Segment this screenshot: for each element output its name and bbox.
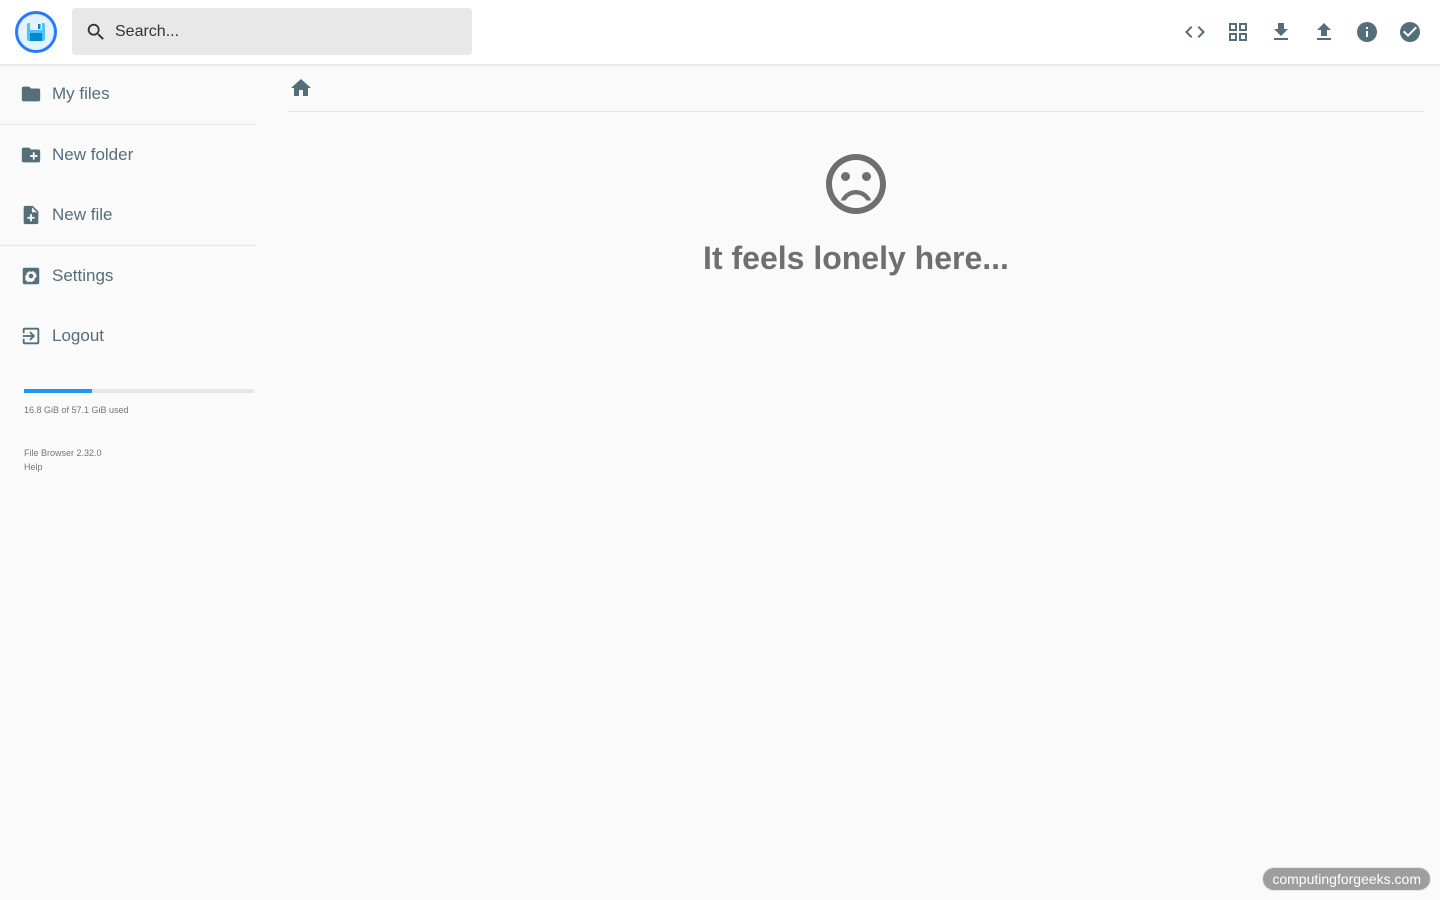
download-icon (1274, 23, 1288, 40)
sidebar: My files New folder New file Settings Lo… (0, 64, 256, 900)
search-bar[interactable] (72, 8, 472, 55)
select-all-check-icon (1400, 22, 1420, 42)
usage-progress-bar (24, 389, 254, 393)
info-button[interactable] (1351, 16, 1383, 48)
sidebar-item-new-file[interactable]: New file (0, 185, 256, 245)
sidebar-item-logout[interactable]: Logout (0, 306, 256, 366)
app-logo[interactable] (15, 11, 57, 53)
sidebar-item-label: My files (52, 84, 110, 103)
search-icon (85, 21, 107, 43)
upload-icon (1317, 23, 1331, 40)
sidebar-item-label: Logout (52, 326, 104, 345)
home-icon[interactable] (289, 76, 313, 100)
floppy-disk-icon (27, 23, 45, 41)
download-button[interactable] (1265, 16, 1297, 48)
empty-message: It feels lonely here... (703, 240, 1009, 276)
create-new-folder-icon (20, 144, 42, 166)
switch-view-code-icon (1185, 26, 1205, 38)
disk-usage: 16.8 GiB of 57.1 GiB used (24, 389, 254, 415)
info-icon (1357, 22, 1377, 42)
settings-icon (20, 265, 42, 287)
toggle-code-view-button[interactable] (1179, 16, 1211, 48)
header-actions (1168, 16, 1426, 48)
sidebar-item-label: New folder (52, 145, 134, 164)
exit-icon (20, 325, 42, 347)
help-link[interactable]: Help (24, 460, 102, 474)
version-link[interactable]: File Browser 2.32.0 (24, 446, 102, 460)
grid-view-button[interactable] (1222, 16, 1254, 48)
search-input[interactable] (115, 22, 455, 41)
note-add-icon (20, 204, 42, 226)
usage-progress-fill (24, 389, 92, 393)
breadcrumb (288, 64, 1424, 112)
select-multiple-button[interactable] (1394, 16, 1426, 48)
watermark-label: computingforgeeks.com (1263, 868, 1430, 890)
sidebar-item-settings[interactable]: Settings (0, 246, 256, 306)
upload-button[interactable] (1308, 16, 1340, 48)
usage-text: 16.8 GiB of 57.1 GiB used (24, 405, 129, 415)
credits: File Browser 2.32.0 Help (24, 446, 102, 474)
sidebar-item-label: Settings (52, 266, 114, 285)
sad-face-icon (826, 154, 886, 214)
sidebar-item-new-folder[interactable]: New folder (0, 125, 256, 185)
sidebar-item-label: New file (52, 205, 113, 224)
empty-state: It feels lonely here... (288, 148, 1424, 277)
grid-view-icon (1229, 23, 1247, 41)
folder-icon (20, 83, 42, 105)
sidebar-item-my-files[interactable]: My files (0, 64, 256, 124)
top-bar (0, 0, 1440, 64)
